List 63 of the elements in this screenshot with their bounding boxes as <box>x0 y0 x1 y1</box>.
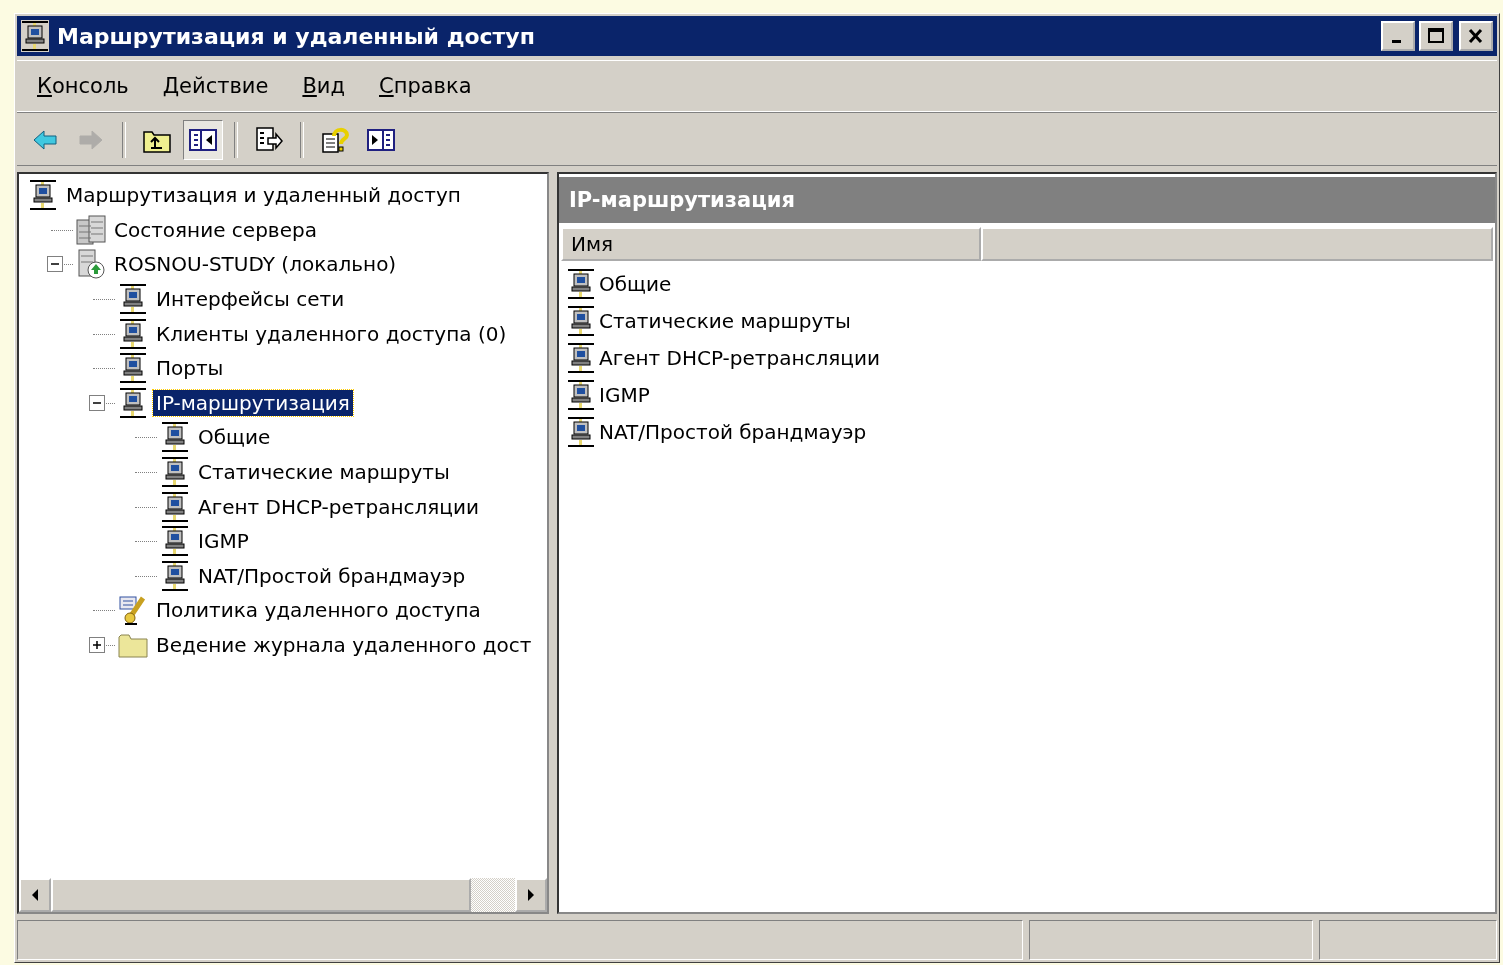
network-computer-icon <box>161 559 189 592</box>
expand-icon[interactable] <box>89 637 105 653</box>
network-computer-icon <box>567 415 595 448</box>
network-computer-icon <box>161 456 189 489</box>
network-computer-icon <box>21 20 49 52</box>
tree-item[interactable]: IP-маршрутизация <box>153 389 353 416</box>
forward-arrow-icon <box>78 128 104 152</box>
close-button[interactable] <box>1459 21 1493 51</box>
network-computer-icon <box>29 179 57 212</box>
minimize-icon <box>1392 39 1401 43</box>
action-pane-icon <box>366 126 396 154</box>
menu-item[interactable]: Консоль <box>25 70 141 102</box>
tree-item[interactable]: Интерфейсы сети <box>153 286 348 313</box>
list-item[interactable]: NAT/Простой брандмауэр <box>597 418 869 445</box>
tree-item[interactable]: Ведение журнала удаленного дост <box>153 632 535 658</box>
network-computer-icon <box>119 317 147 350</box>
back-arrow-icon <box>32 128 58 152</box>
server-icon <box>75 213 107 246</box>
tree-item[interactable]: Общие <box>195 424 274 451</box>
list-item[interactable]: Агент DHCP-ретрансляции <box>597 344 882 371</box>
menu-item[interactable]: Действие <box>150 70 281 102</box>
list-item[interactable]: Общие <box>597 270 674 297</box>
tree-item[interactable]: Маршрутизация и удаленный доступ <box>63 182 464 209</box>
tree-item[interactable]: Агент DHCP-ретрансляции <box>195 493 482 520</box>
scrollbar-thumb[interactable] <box>51 878 471 912</box>
column-header[interactable]: Имя <box>561 227 981 261</box>
list-item[interactable]: Статические маршруты <box>597 307 853 334</box>
network-computer-icon <box>119 283 147 316</box>
right-arrow-icon <box>526 888 536 902</box>
tree-item[interactable]: Клиенты удаленного доступа (0) <box>153 320 510 347</box>
tree-item[interactable]: ROSNOU-STUDY (локально) <box>111 251 400 278</box>
collapse-icon[interactable] <box>47 256 63 273</box>
network-computer-icon <box>161 421 189 454</box>
server-icon <box>75 248 107 281</box>
network-computer-icon <box>567 304 595 337</box>
tree-item[interactable]: Состояние сервера <box>111 216 320 243</box>
collapse-icon[interactable] <box>89 394 105 411</box>
tree-item[interactable]: Статические маршруты <box>195 459 453 486</box>
network-computer-icon <box>567 267 595 300</box>
tree-item[interactable]: Политика удаленного доступа <box>153 597 484 624</box>
left-arrow-icon <box>30 888 40 902</box>
list-item[interactable]: IGMP <box>597 381 652 408</box>
tree-toggle-button[interactable] <box>183 120 223 160</box>
tree-pane-icon <box>188 126 218 154</box>
network-computer-icon <box>567 341 595 374</box>
tree-item[interactable]: IGMP <box>195 528 252 555</box>
help-icon <box>320 126 350 154</box>
network-computer-icon <box>161 490 189 523</box>
tree-item[interactable]: Порты <box>153 355 227 382</box>
maximize-icon <box>1426 27 1446 45</box>
network-computer-icon <box>161 525 189 558</box>
network-computer-icon <box>119 352 147 385</box>
maximize-button[interactable] <box>1419 21 1453 51</box>
menu-item[interactable]: Справка <box>367 70 484 102</box>
menu-item[interactable]: Вид <box>290 70 357 102</box>
network-computer-icon <box>119 386 147 419</box>
window-title: Маршрутизация и удаленный доступ <box>57 23 536 49</box>
horizontal-scrollbar[interactable] <box>19 878 547 912</box>
list-export-icon <box>254 126 284 154</box>
minimize-button[interactable] <box>1381 21 1415 51</box>
network-computer-icon <box>567 378 595 411</box>
tree-item[interactable]: NAT/Простой брандмауэр <box>195 562 469 589</box>
details-title: IP-маршрутизация <box>569 188 795 212</box>
